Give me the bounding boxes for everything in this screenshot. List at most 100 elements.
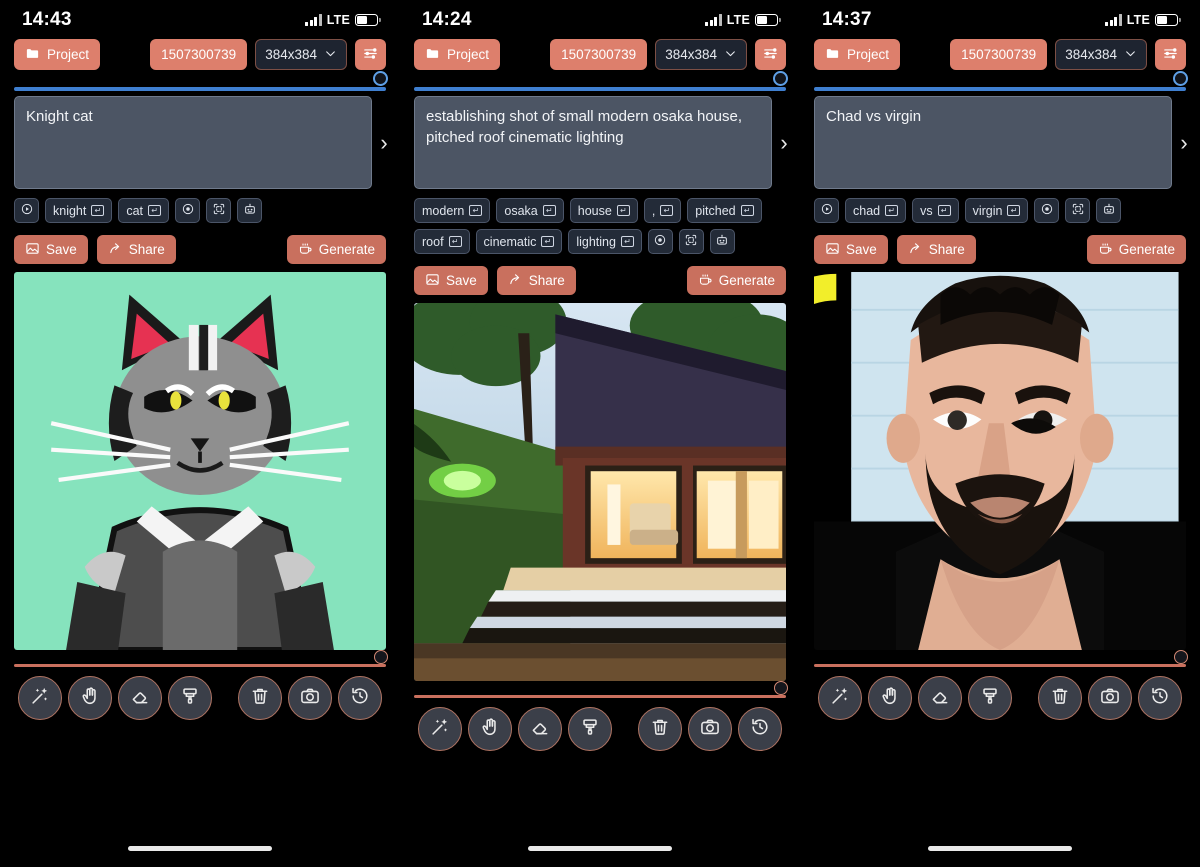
- brush-tool[interactable]: [968, 676, 1012, 720]
- history-tool[interactable]: [738, 707, 782, 751]
- chevron-right-icon[interactable]: ›: [376, 131, 392, 154]
- share-button[interactable]: Share: [496, 266, 576, 295]
- seed-button[interactable]: 1507300739: [950, 39, 1048, 70]
- timeline-slider-knob[interactable]: [1174, 650, 1188, 664]
- strength-slider[interactable]: [400, 70, 800, 96]
- chip-target-icon[interactable]: [175, 198, 201, 223]
- chip-robot-icon[interactable]: [709, 229, 735, 254]
- strength-slider[interactable]: [0, 70, 400, 96]
- return-key-icon: ↵: [660, 205, 674, 216]
- generated-image[interactable]: [14, 272, 386, 650]
- delete-tool[interactable]: [1038, 676, 1082, 720]
- generate-button[interactable]: Generate: [686, 266, 786, 295]
- generate-button[interactable]: Generate: [286, 235, 386, 264]
- token-chip[interactable]: house ↵: [569, 198, 638, 223]
- status-indicators: LTE: [705, 13, 781, 27]
- token-chip[interactable]: cat ↵: [118, 198, 170, 223]
- resolution-dropdown[interactable]: 384x384: [255, 39, 347, 70]
- strength-slider-knob[interactable]: [773, 71, 788, 86]
- camera-tool[interactable]: [688, 707, 732, 751]
- chip-target-icon[interactable]: [1034, 198, 1060, 223]
- strength-slider-track[interactable]: [414, 87, 786, 91]
- save-button[interactable]: Save: [14, 235, 88, 264]
- camera-tool[interactable]: [288, 676, 332, 720]
- magic-wand-tool[interactable]: [418, 707, 462, 751]
- chip-robot-icon[interactable]: [237, 198, 263, 223]
- token-chip[interactable]: cinematic ↵: [475, 229, 563, 254]
- eraser-tool[interactable]: [118, 676, 162, 720]
- strength-slider-knob[interactable]: [1173, 71, 1188, 86]
- token-chip[interactable]: modern ↵: [414, 198, 491, 223]
- strength-slider-track[interactable]: [14, 87, 386, 91]
- hand-tool[interactable]: [468, 707, 512, 751]
- strength-slider[interactable]: [800, 70, 1200, 96]
- token-chip[interactable]: , ↵: [643, 198, 682, 223]
- chevron-right-icon[interactable]: ›: [1176, 131, 1192, 154]
- hand-tool[interactable]: [868, 676, 912, 720]
- camera-tool[interactable]: [1088, 676, 1132, 720]
- history-tool[interactable]: [338, 676, 382, 720]
- token-chip[interactable]: knight ↵: [45, 198, 113, 223]
- resolution-dropdown[interactable]: 384x384: [655, 39, 747, 70]
- token-chip[interactable]: pitched ↵: [687, 198, 762, 223]
- chip-scan-focus-icon[interactable]: [206, 198, 232, 223]
- save-button-label: Save: [846, 242, 877, 257]
- token-chip[interactable]: chad ↵: [845, 198, 907, 223]
- delete-tool[interactable]: [638, 707, 682, 751]
- timeline-slider-track[interactable]: [14, 664, 386, 667]
- project-button[interactable]: Project: [414, 39, 501, 70]
- timeline-slider-knob[interactable]: [374, 650, 388, 664]
- timeline-slider[interactable]: [400, 681, 800, 701]
- chevron-right-icon[interactable]: ›: [776, 131, 792, 154]
- token-chip[interactable]: lighting ↵: [568, 229, 642, 254]
- generated-image[interactable]: [814, 272, 1186, 650]
- project-button[interactable]: Project: [814, 39, 901, 70]
- seed-button[interactable]: 1507300739: [150, 39, 248, 70]
- settings-button[interactable]: [355, 39, 386, 70]
- chip-scan-focus-icon[interactable]: [1065, 198, 1091, 223]
- seed-button[interactable]: 1507300739: [550, 39, 648, 70]
- generate-button[interactable]: Generate: [1086, 235, 1186, 264]
- camera-icon: [1099, 685, 1121, 712]
- history-tool[interactable]: [1138, 676, 1182, 720]
- brush-tool[interactable]: [568, 707, 612, 751]
- token-chip[interactable]: osaka ↵: [496, 198, 564, 223]
- resolution-dropdown[interactable]: 384x384: [1055, 39, 1147, 70]
- home-indicator[interactable]: [528, 845, 672, 851]
- strength-slider-track[interactable]: [814, 87, 1186, 91]
- token-chip[interactable]: roof ↵: [414, 229, 470, 254]
- eraser-tool[interactable]: [918, 676, 962, 720]
- timeline-slider-track[interactable]: [814, 664, 1186, 667]
- generated-image[interactable]: [414, 303, 786, 681]
- home-indicator[interactable]: [128, 845, 272, 851]
- project-button[interactable]: Project: [14, 39, 101, 70]
- magic-wand-tool[interactable]: [18, 676, 62, 720]
- prompt-input[interactable]: Knight cat: [14, 96, 372, 189]
- magic-wand-tool[interactable]: [818, 676, 862, 720]
- timeline-slider-track[interactable]: [414, 695, 786, 698]
- save-button[interactable]: Save: [814, 235, 888, 264]
- chip-scan-focus-icon[interactable]: [678, 229, 704, 254]
- hand-tool[interactable]: [68, 676, 112, 720]
- timeline-slider[interactable]: [0, 650, 400, 670]
- prompt-input[interactable]: establishing shot of small modern osaka …: [414, 96, 772, 189]
- settings-button[interactable]: [755, 39, 786, 70]
- eraser-tool[interactable]: [518, 707, 562, 751]
- delete-tool[interactable]: [238, 676, 282, 720]
- strength-slider-knob[interactable]: [373, 71, 388, 86]
- timeline-slider[interactable]: [800, 650, 1200, 670]
- chip-target-icon[interactable]: [647, 229, 673, 254]
- token-chip[interactable]: vs ↵: [912, 198, 959, 223]
- chip-robot-icon[interactable]: [1096, 198, 1122, 223]
- home-indicator[interactable]: [928, 845, 1072, 851]
- token-chip[interactable]: virgin ↵: [964, 198, 1029, 223]
- prompt-input[interactable]: Chad vs virgin: [814, 96, 1172, 189]
- brush-tool[interactable]: [168, 676, 212, 720]
- share-button[interactable]: Share: [96, 235, 176, 264]
- share-button[interactable]: Share: [896, 235, 976, 264]
- chip-play-circle-icon[interactable]: [814, 198, 839, 223]
- timeline-slider-knob[interactable]: [774, 681, 788, 695]
- settings-button[interactable]: [1155, 39, 1186, 70]
- chip-play-circle-icon[interactable]: [14, 198, 39, 223]
- save-button[interactable]: Save: [414, 266, 488, 295]
